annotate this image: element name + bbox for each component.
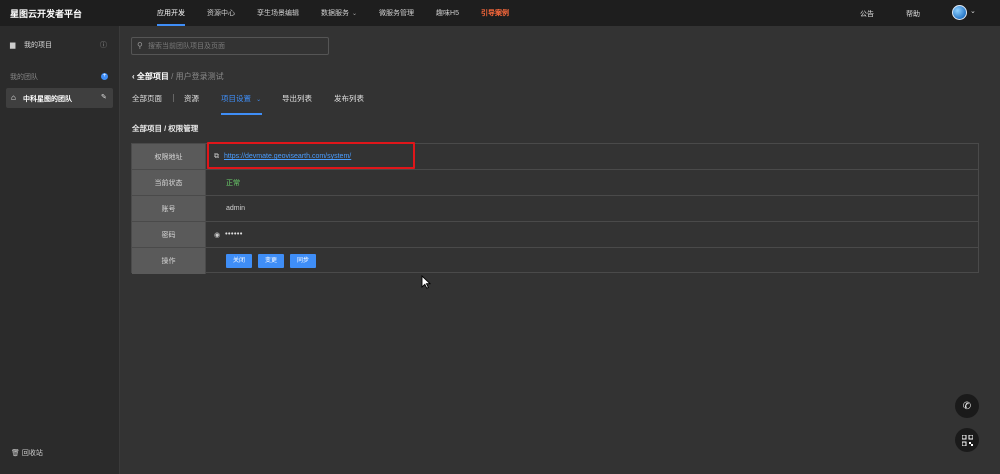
back-link[interactable]: ‹ 全部项目 [132, 72, 169, 81]
sync-button[interactable]: 同步 [290, 254, 317, 268]
qrcode-icon [961, 434, 973, 446]
row-value: ⧉ https://devmate.geovisearth.com/system… [214, 144, 351, 169]
section-title: 全部项目 / 权限管理 [132, 124, 199, 133]
top-bar: 星图云开发者平台 应用开发 资源中心 孪生场景编辑 数据服务 ⌄ 微服务管理 趣味… [0, 0, 1000, 26]
tab-publish-list[interactable]: 发布列表 [334, 93, 364, 104]
nav-app-dev[interactable]: 应用开发 [157, 0, 185, 26]
phone-button[interactable]: ✆ [955, 394, 979, 418]
nav-data-service[interactable]: 数据服务 ⌄ [321, 0, 357, 26]
mouse-cursor-icon [421, 275, 431, 289]
change-button[interactable]: 变更 [258, 254, 285, 268]
home-icon: ⌂ [11, 93, 16, 102]
help-link[interactable]: 帮助 [906, 9, 920, 19]
row-label: 账号 [132, 196, 206, 221]
chevron-down-icon[interactable]: ⌄ [970, 7, 976, 15]
row-label: 权限地址 [132, 144, 206, 169]
row-value: 正常 [226, 170, 240, 195]
trash-icon: 🗑 [11, 450, 20, 457]
add-team-icon[interactable]: + [101, 73, 108, 80]
nav-resource-center[interactable]: 资源中心 [207, 0, 235, 26]
sidebar-item-team[interactable]: ⌂ 中科星图的团队 ✎ [6, 88, 113, 108]
info-icon[interactable]: ⓘ [100, 40, 107, 50]
edit-icon[interactable]: ✎ [101, 93, 107, 101]
chevron-down-icon: ⌄ [256, 97, 262, 103]
tab-active-indicator [221, 113, 262, 115]
chevron-down-icon: ⌄ [352, 10, 358, 17]
nav-guide-cases[interactable]: 引导案例 [481, 0, 509, 26]
row-label: 操作 [132, 248, 206, 274]
password-value: •••••• [225, 231, 243, 238]
row-value: ◉ •••••• [214, 222, 243, 247]
sidebar-item-my-project[interactable]: ▆ 我的项目 ⓘ [0, 36, 120, 54]
permission-url-link[interactable]: https://devmate.geovisearth.com/system/ [224, 153, 351, 160]
brand-title: 星图云开发者平台 [10, 9, 83, 19]
row-label: 密码 [132, 222, 206, 247]
table-row-status: 当前状态 正常 [132, 170, 978, 196]
status-badge: 正常 [226, 179, 240, 187]
search-input[interactable] [148, 40, 323, 52]
table-row-actions: 操作 关闭 变更 同步 [132, 248, 978, 274]
breadcrumb: ‹ 全部项目 / 用户登录测试 [132, 72, 224, 81]
sidebar: ▆ 我的项目 ⓘ 我的团队 + ⌂ 中科星图的团队 ✎ 🗑 回收站 [0, 26, 120, 474]
row-actions: 关闭 变更 同步 [226, 248, 322, 274]
nav-microservice[interactable]: 微服务管理 [379, 0, 414, 26]
copy-icon[interactable]: ⧉ [214, 153, 219, 161]
phone-icon: ✆ [962, 400, 972, 412]
tab-resources[interactable]: 资源 [184, 93, 199, 104]
tab-export-list[interactable]: 导出列表 [282, 93, 312, 104]
close-button[interactable]: 关闭 [226, 254, 253, 268]
account-value: admin [226, 205, 246, 212]
eye-icon[interactable]: ◉ [214, 231, 220, 239]
table-row-address: 权限地址 ⧉ https://devmate.geovisearth.com/s… [132, 144, 978, 170]
tab-all-pages[interactable]: 全部页面 [132, 93, 162, 104]
table-row-password: 密码 ◉ •••••• [132, 222, 978, 248]
my-team-label: 我的团队 [10, 74, 38, 81]
breadcrumb-current: 用户登录测试 [175, 72, 224, 81]
search-icon: ⚲ [137, 41, 143, 50]
recycle-bin[interactable]: 🗑 回收站 [11, 448, 43, 458]
nav-twin-scene-editor[interactable]: 孪生场景编辑 [257, 0, 299, 26]
notice-link[interactable]: 公告 [860, 9, 874, 19]
table-row-account: 账号 admin [132, 196, 978, 222]
avatar[interactable] [952, 5, 967, 20]
tab-project-settings[interactable]: 项目设置 ⌄ [221, 93, 261, 104]
nav-fun-h5[interactable]: 趣味H5 [436, 0, 459, 26]
tab-divider [173, 94, 174, 102]
permission-table: 权限地址 ⧉ https://devmate.geovisearth.com/s… [131, 143, 979, 274]
row-label: 当前状态 [132, 170, 206, 195]
search-box: ⚲ [131, 37, 329, 55]
top-nav: 应用开发 资源中心 孪生场景编辑 数据服务 ⌄ 微服务管理 趣味H5 引导案例 [157, 0, 531, 26]
qrcode-button[interactable] [955, 428, 979, 452]
folder-icon: ▆ [10, 42, 16, 49]
